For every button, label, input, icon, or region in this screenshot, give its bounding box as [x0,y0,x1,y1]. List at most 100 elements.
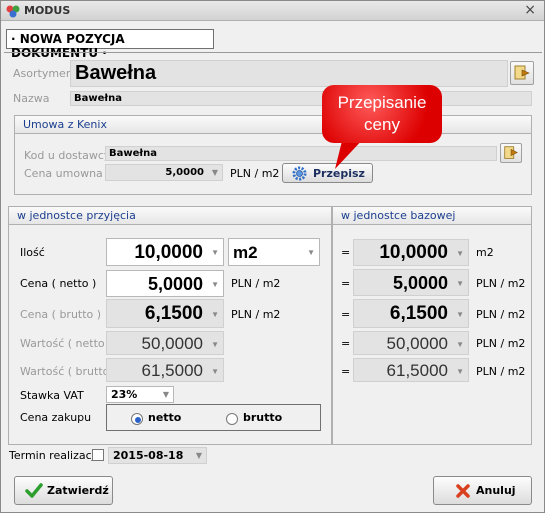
chevron-down-icon: ▼ [211,367,219,376]
base-wartosc-brutto-value: 61,5000 [386,361,448,380]
cena-umowna-label: Cena umowna [24,167,103,180]
brutto-radio-label[interactable]: brutto [243,411,282,424]
vat-label: Stawka VAT [20,389,84,402]
vat-value: 23% [111,388,138,401]
zatwierdz-label: Zatwierdź [47,484,109,497]
cena-umowna-field[interactable]: 5,0000 ▼ [105,164,223,181]
netto-radio[interactable] [131,413,143,425]
termin-date-field[interactable]: 2015-08-18 ▼ [108,447,207,464]
chevron-down-icon: ▼ [162,390,169,399]
right-panel-title: w jednostce bazowej [333,207,531,225]
section-header: · NOWA POZYCJA DOKUMENTU · [6,29,214,60]
base-wartosc-brutto-field[interactable]: 61,5000 ▼ [353,358,469,382]
chevron-down-icon: ▼ [211,340,219,349]
cena-brutto-field[interactable]: 6,1500 ▼ [106,299,224,328]
chevron-down-icon: ▼ [456,249,464,258]
brutto-radio[interactable] [226,413,238,425]
ilosc-value: 10,0000 [134,242,203,263]
wartosc-brutto-label: Wartość ( brutto ) [20,365,118,378]
wartosc-netto-label: Wartość ( netto ) [20,337,113,350]
umowa-group-title: Umowa z Kenix [15,116,531,134]
base-wartosc-netto-unit: PLN / m2 [476,337,526,350]
cena-umowna-value: 5,0000 [165,167,204,178]
window-title: MODUS [24,4,71,17]
cena-netto-value: 5,0000 [147,274,203,294]
base-cena-brutto-field[interactable]: 6,1500 ▼ [353,299,469,328]
chevron-down-icon: ▼ [456,367,464,376]
nazwa-label: Nazwa [13,92,50,105]
termin-checkbox[interactable] [92,449,104,461]
divider [4,52,542,53]
wartosc-brutto-field[interactable]: 61,5000 ▼ [106,358,224,382]
left-panel-title: w jednostce przyjęcia [9,207,331,225]
chevron-down-icon: ▼ [211,168,218,177]
cena-zakupu-label: Cena zakupu [20,411,92,424]
eq-sign: = [341,308,351,321]
base-ilosc-field[interactable]: 10,0000 ▼ [353,239,469,266]
asortyment-label: Asortyment [13,67,78,80]
anuluj-button[interactable]: Anuluj [433,476,532,505]
chevron-down-icon: ▼ [211,248,219,257]
wartosc-netto-field[interactable]: 50,0000 ▼ [106,331,224,355]
base-cena-brutto-value: 6,1500 [389,303,448,324]
dialog-window: MODUS × · NOWA POZYCJA DOKUMENTU · Asort… [0,0,545,513]
cena-netto-label: Cena ( netto ) [20,277,97,290]
chevron-down-icon: ▼ [211,310,219,319]
eq-sign: = [341,337,351,350]
modus-logo-icon [6,5,20,18]
ilosc-label: Ilość [20,246,45,259]
base-wartosc-netto-field[interactable]: 50,0000 ▼ [353,331,469,355]
close-icon[interactable]: × [524,2,536,18]
chevron-down-icon: ▼ [211,280,219,289]
base-ilosc-unit: m2 [476,246,494,259]
cena-netto-field[interactable]: 5,0000 ▼ [106,270,224,297]
zatwierdz-button[interactable]: Zatwierdź [14,476,113,505]
pick-arrow-icon [504,146,518,159]
title-bar: MODUS × [1,1,544,21]
chevron-down-icon: ▼ [456,340,464,349]
unit-value: m2 [233,243,258,262]
kod-dostawcy-label: Kod u dostawcy [24,149,111,162]
unit-select[interactable]: m2 ▼ [228,238,320,266]
asortyment-pick-button[interactable] [510,61,534,85]
base-wartosc-brutto-unit: PLN / m2 [476,365,526,378]
kod-dostawcy-field[interactable]: Bawełna [105,146,497,161]
eq-sign: = [341,365,351,378]
base-wartosc-netto-value: 50,0000 [386,334,448,353]
asortyment-field[interactable]: Bawełna [70,60,508,87]
cena-netto-unit: PLN / m2 [231,277,281,290]
gear-icon [292,166,307,181]
base-cena-netto-unit: PLN / m2 [476,277,526,290]
checkmark-icon [25,483,43,498]
base-cena-netto-field[interactable]: 5,0000 ▼ [353,269,469,296]
nazwa-field[interactable]: Bawełna [70,91,532,106]
callout-line-2: ceny [364,115,400,134]
wartosc-netto-value: 50,0000 [141,334,203,353]
chevron-down-icon: ▼ [307,248,315,257]
eq-sign: = [341,246,351,259]
kod-pick-button[interactable] [500,143,522,163]
base-cena-netto-value: 5,0000 [392,273,448,293]
chevron-down-icon: ▼ [195,451,202,460]
termin-label: Termin realizacji [9,449,98,462]
chevron-down-icon: ▼ [456,310,464,319]
base-cena-brutto-unit: PLN / m2 [476,308,526,321]
price-callout: Przepisanie ceny [322,85,442,143]
cena-brutto-label: Cena ( brutto ) [20,308,102,321]
pick-arrow-icon [514,65,530,80]
cena-brutto-value: 6,1500 [144,303,203,324]
chevron-down-icon: ▼ [456,279,464,288]
netto-radio-label[interactable]: netto [148,411,181,424]
callout-line-1: Przepisanie [337,93,427,112]
anuluj-label: Anuluj [476,484,516,497]
cross-icon [456,484,470,498]
eq-sign: = [341,277,351,290]
cena-umowna-unit: PLN / m2 [230,167,280,180]
wartosc-brutto-value: 61,5000 [141,361,203,380]
termin-date-value: 2015-08-18 [113,449,184,462]
radio-selected-dot [135,417,141,423]
ilosc-field[interactable]: 10,0000 ▼ [106,238,224,266]
vat-select[interactable]: 23% ▼ [106,386,174,403]
cena-brutto-unit: PLN / m2 [231,308,281,321]
base-ilosc-value: 10,0000 [379,242,448,263]
